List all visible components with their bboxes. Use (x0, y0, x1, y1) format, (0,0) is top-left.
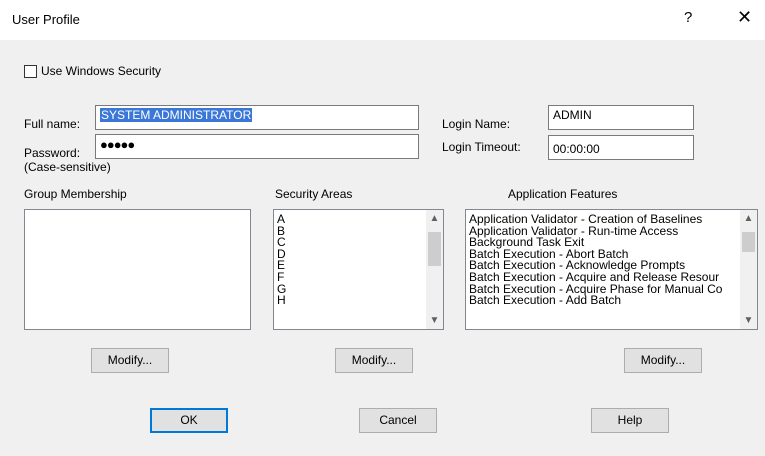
security-areas-scrollbar[interactable]: ▲ ▼ (426, 210, 443, 329)
scroll-up-icon[interactable]: ▲ (426, 210, 443, 227)
help-button[interactable]: Help (591, 408, 669, 433)
list-item[interactable]: H (277, 294, 425, 307)
full-name-label: Full name: (24, 117, 81, 131)
login-timeout-field[interactable]: 00:00:00 (548, 135, 694, 160)
scroll-thumb[interactable] (428, 232, 441, 266)
security-modify-button[interactable]: Modify... (335, 348, 413, 373)
security-areas-list[interactable]: ABCDEFGH ▲ ▼ (273, 209, 444, 330)
login-name-label: Login Name: (442, 117, 511, 131)
list-item[interactable]: F (277, 271, 425, 284)
login-name-value: ADMIN (553, 108, 592, 122)
application-features-scrollbar[interactable]: ▲ ▼ (740, 210, 757, 329)
group-membership-list[interactable] (24, 209, 251, 330)
login-name-field[interactable]: ADMIN (548, 105, 694, 130)
use-windows-security-label: Use Windows Security (41, 64, 162, 78)
application-features-label: Application Features (508, 187, 618, 201)
list-item[interactable]: G (277, 283, 425, 296)
ok-button[interactable]: OK (150, 408, 228, 433)
scroll-down-icon[interactable]: ▼ (426, 312, 443, 329)
login-timeout-label: Login Timeout: (442, 140, 521, 154)
password-note: (Case-sensitive) (24, 160, 111, 174)
list-item[interactable]: Batch Execution - Add Batch (469, 294, 739, 307)
full-name-field[interactable]: SYSTEM ADMINISTRATOR (95, 105, 419, 130)
application-features-list[interactable]: Application Validator - Creation of Base… (465, 209, 758, 330)
list-item[interactable]: A (277, 214, 425, 226)
group-modify-button[interactable]: Modify... (91, 348, 169, 373)
help-icon[interactable]: ? (684, 9, 692, 26)
scroll-thumb[interactable] (742, 232, 755, 252)
list-item[interactable]: B (277, 225, 425, 238)
scroll-up-icon[interactable]: ▲ (740, 210, 757, 227)
cancel-button[interactable]: Cancel (359, 408, 437, 433)
login-timeout-value: 00:00:00 (553, 142, 600, 156)
list-item[interactable]: D (277, 248, 425, 261)
window-title: User Profile (12, 12, 80, 27)
list-item[interactable]: E (277, 260, 425, 272)
security-areas-label: Security Areas (275, 187, 353, 201)
use-windows-security-checkbox[interactable] (24, 65, 37, 78)
password-value: ●●●●● (100, 137, 135, 152)
password-label: Password: (24, 146, 81, 160)
group-membership-label: Group Membership (24, 187, 127, 201)
title-bar: User Profile ? ✕ (0, 0, 765, 40)
close-icon[interactable]: ✕ (737, 7, 752, 28)
list-item[interactable]: C (277, 236, 425, 249)
password-field[interactable]: ●●●●● (95, 134, 419, 159)
scroll-down-icon[interactable]: ▼ (740, 312, 757, 329)
full-name-value: SYSTEM ADMINISTRATOR (100, 108, 253, 122)
features-modify-button[interactable]: Modify... (624, 348, 702, 373)
